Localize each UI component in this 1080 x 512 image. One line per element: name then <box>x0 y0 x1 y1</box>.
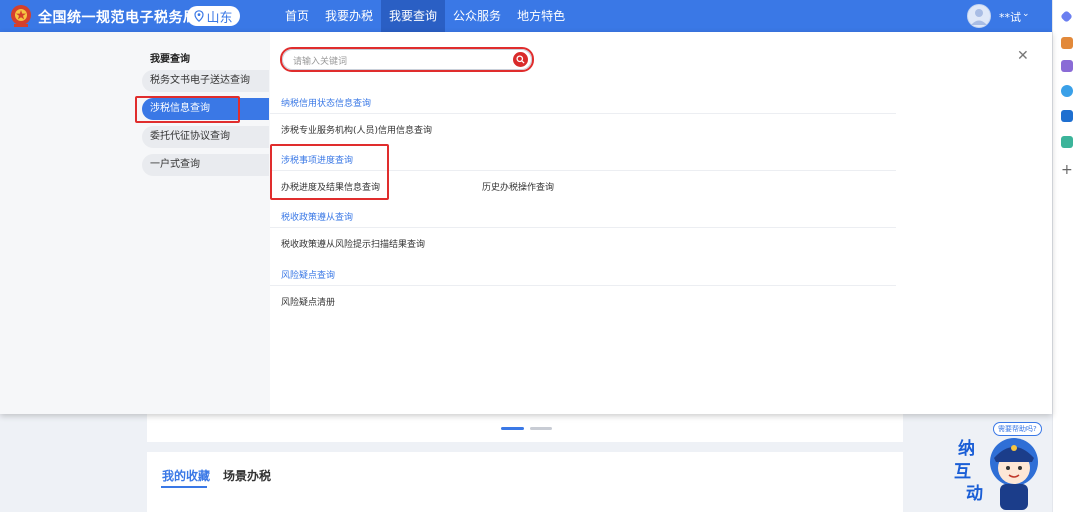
main-nav: 首页 我要办税 我要查询 公众服务 地方特色 <box>277 0 573 32</box>
region-selector[interactable]: 山东 <box>187 6 240 26</box>
chevron-down-icon[interactable]: ⌄ <box>1022 9 1030 19</box>
mascot-char-1: 纳 <box>958 439 975 459</box>
link-policy-scan[interactable]: 税收政策遵从风险提示扫描结果查询 <box>281 237 425 250</box>
tax-emblem-icon <box>10 4 32 28</box>
link-credit-info[interactable]: 涉税专业服务机构(人员)信用信息查询 <box>281 123 432 136</box>
link-risk-list[interactable]: 风险疑点清册 <box>281 295 335 308</box>
user-name[interactable]: **试 <box>999 9 1021 25</box>
close-icon[interactable]: ✕ <box>1017 48 1029 64</box>
divider <box>270 227 896 228</box>
menu-left-column: 我要查询 税务文书电子送达查询 涉税信息查询 委托代征协议查询 一户式查询 <box>0 32 270 414</box>
people-icon[interactable] <box>1061 60 1073 72</box>
nav-do-tax[interactable]: 我要办税 <box>317 0 381 32</box>
globe-icon[interactable] <box>1061 85 1073 97</box>
highlight-box-progress <box>270 144 389 200</box>
carousel-dot[interactable] <box>530 427 552 430</box>
left-item-one-stop[interactable]: 一户式查询 <box>142 154 269 176</box>
tab-my-favorites[interactable]: 我的收藏 <box>162 467 210 484</box>
right-toolbar: + <box>1052 0 1080 512</box>
left-item-doc-delivery[interactable]: 税务文书电子送达查询 <box>142 70 269 92</box>
left-item-agency-agreement[interactable]: 委托代征协议查询 <box>142 126 269 148</box>
top-header: 全国统一规范电子税务局 山东 首页 我要办税 我要查询 公众服务 地方特色 **… <box>0 0 1052 32</box>
mascot-char-3: 动 <box>966 484 983 504</box>
group-title-risk[interactable]: 风险疑点查询 <box>281 268 335 281</box>
nav-query[interactable]: 我要查询 <box>381 0 446 32</box>
outlook-icon[interactable] <box>1061 110 1073 122</box>
divider <box>270 113 896 114</box>
nav-public-service[interactable]: 公众服务 <box>445 0 509 32</box>
help-bubble[interactable]: 需要帮助吗? <box>993 422 1042 436</box>
add-icon[interactable]: + <box>1061 162 1073 178</box>
tag-icon[interactable] <box>1060 10 1073 23</box>
highlight-box-left <box>135 96 240 123</box>
query-menu-panel: 我要查询 税务文书电子送达查询 涉税信息查询 委托代征协议查询 一户式查询 请输… <box>0 32 1052 414</box>
briefcase-icon[interactable] <box>1061 37 1073 49</box>
nav-home[interactable]: 首页 <box>277 0 317 32</box>
active-tab-indicator <box>161 486 207 488</box>
cart-icon[interactable] <box>1061 136 1073 148</box>
site-title[interactable]: 全国统一规范电子税务局 <box>38 7 198 27</box>
divider <box>270 285 896 286</box>
nav-local-feature[interactable]: 地方特色 <box>509 0 573 32</box>
menu-left-title: 我要查询 <box>150 54 190 65</box>
group-title-credit[interactable]: 纳税信用状态信息查询 <box>281 96 371 109</box>
tab-scene-tax[interactable]: 场景办税 <box>223 467 271 484</box>
carousel-dot-active[interactable] <box>501 427 524 430</box>
link-history-ops[interactable]: 历史办税操作查询 <box>482 180 554 193</box>
region-label: 山东 <box>206 10 233 26</box>
highlight-box-search <box>280 47 534 72</box>
group-title-policy[interactable]: 税收政策遵从查询 <box>281 210 353 223</box>
user-avatar-icon[interactable] <box>967 4 991 28</box>
banner-card <box>147 414 903 442</box>
location-pin-icon <box>194 10 205 22</box>
